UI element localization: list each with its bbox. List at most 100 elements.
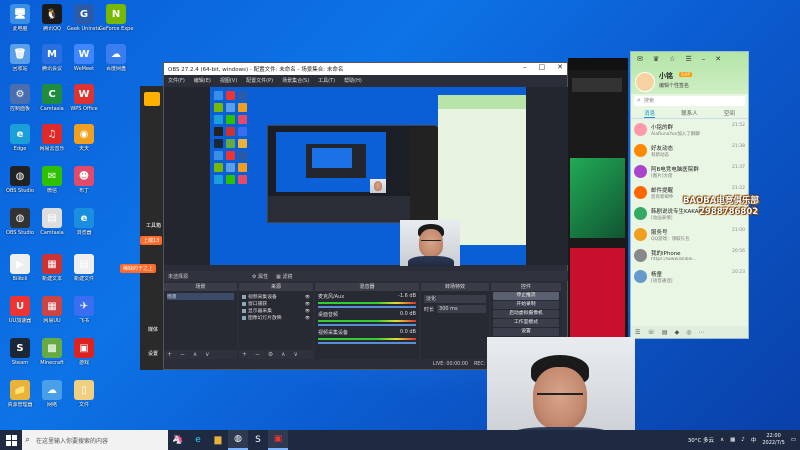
close-icon[interactable]: ✕ [557,63,563,71]
list-item[interactable]: 服务号 QQ游戏：领取礼包 21:00 [631,224,748,245]
avatar[interactable] [635,72,655,92]
visibility-eye-icon[interactable]: 👁 [305,308,310,313]
qq-menu-icon[interactable]: ☰ [685,55,691,63]
list-item[interactable]: 杨童 [语音通话] 20:23 [631,266,748,287]
desktop-icon[interactable]: e Edge [4,124,36,162]
desktop-icon[interactable]: N GeForce Experience [99,4,133,42]
desktop-icon[interactable]: M 腾讯会议 [36,44,68,82]
desktop-icon[interactable]: ✉ 微信 [36,166,68,204]
desktop-icon[interactable]: e 浏览器 [68,208,100,246]
desktop-icon[interactable]: U UU加速器 [4,296,36,334]
control-button[interactable]: 启动虚拟摄像机 [493,310,559,318]
qq-search-input[interactable]: 搜索 [634,95,745,106]
menu-profile[interactable]: 配置文件(P) [246,77,273,84]
taskbar-clock[interactable]: 22:00 2022/7/5 [762,433,784,447]
tray-volume-icon[interactable]: ♪ [741,437,745,443]
menu-scene-collection[interactable]: 场景集合(S) [282,77,309,84]
control-button[interactable]: 停止推流 [493,292,559,300]
qq-folder-icon[interactable]: ▤ [662,329,668,336]
source-item[interactable]: 视频采集设备 👁 [242,293,310,300]
control-button[interactable]: 设置 [493,328,559,336]
desktop-icon[interactable]: G Geek Uninstall [67,4,101,42]
menu-help[interactable]: 帮助(H) [344,77,362,84]
desktop-icon[interactable]: ▯ 文件 [68,380,100,418]
desktop-icon[interactable]: ▤ Camtasia [36,208,68,246]
qq-main-window[interactable]: ✉ ♛ ☆ ☰ – ✕ 小铭 SVIP 编辑个性签名 搜索 消息 联系人 空间 … [630,51,749,339]
maximize-icon[interactable]: □ [539,63,546,71]
visibility-eye-icon[interactable]: 👁 [305,294,310,299]
desktop-icon[interactable]: ☁ 网络 [36,380,68,418]
taskbar-steam-icon[interactable]: S [248,430,268,450]
transition-type-select[interactable]: 淡化 [424,295,486,303]
list-item[interactable]: 好友动态 有新动态 21:38 [631,140,748,161]
taskbar-edge-icon[interactable]: e [188,430,208,450]
tab-messages[interactable]: 消息 [644,109,656,118]
qq-close-icon[interactable]: ✕ [715,55,721,63]
taskbar-search-input[interactable]: ⌕ 在这里输入你要搜索的内容 [22,430,168,450]
desktop-icon[interactable]: ◍ OBS Studio [4,208,36,246]
menu-file[interactable]: 文件(F) [168,77,185,84]
desktop-icon[interactable]: ▶ Bilibili [4,254,36,292]
list-item[interactable]: 小铭的群 AiaRunaYun加入了群聊 21:52 [631,119,748,140]
taskbar-explorer-icon[interactable]: ▆ [208,430,228,450]
start-button[interactable] [0,430,22,450]
filters-button[interactable]: ▦ 滤镜 [276,273,292,280]
properties-button[interactable]: ⚙ 属性 [252,273,268,280]
visibility-eye-icon[interactable]: 👁 [305,315,310,320]
qq-app-icon[interactable]: ◆ [675,329,680,336]
qq-minimize-icon[interactable]: – [702,55,706,63]
desktop-icon[interactable]: 🗑 回收站 [4,44,36,82]
desktop-icon[interactable]: ▦ 新建文本 [36,254,68,292]
control-button[interactable]: 工作室模式 [493,319,559,327]
desktop-icon[interactable]: W WPS Office [68,84,100,122]
weather-widget[interactable]: 30°C 多云 [688,436,714,444]
qq-game-icon[interactable]: ◎ [686,329,691,336]
list-item[interactable]: 我的iPhone https://www.bilibili... 20:56 [631,245,748,266]
desktop-icon[interactable]: ☻ 布丁 [68,166,100,204]
tray-network-icon[interactable]: ▦ [730,437,735,443]
taskbar-obs-icon[interactable]: ◍ [228,430,248,450]
duration-input[interactable]: 300 ms [437,305,486,313]
visibility-eye-icon[interactable]: 👁 [305,301,310,306]
volume-slider[interactable] [318,342,416,344]
minimize-icon[interactable]: – [523,63,527,71]
desktop-icon[interactable]: ◉ 天天 [68,124,100,162]
browser-window[interactable] [568,58,628,358]
tab-contacts[interactable]: 联系人 [681,109,698,117]
qq-mail-icon[interactable]: ✉ [637,55,643,63]
menu-tools[interactable]: 工具(T) [318,77,335,84]
qq-more-icon[interactable]: ⋯ [698,329,704,336]
obs-preview-canvas[interactable] [210,87,526,265]
control-button[interactable]: 开始录制 [493,301,559,309]
taskbar-task-view-icon[interactable]: 🦄 [168,430,188,450]
sources-dock-controls[interactable]: + − ⚙ ∧ ∨ [239,350,313,359]
notification-icon[interactable]: ▭ [791,437,796,443]
desktop-icon[interactable]: ⚙ 控制面板 [4,84,36,122]
scenes-dock-controls[interactable]: + − ∧ ∨ [164,350,237,359]
obs-titlebar[interactable]: OBS 27.2.4 (64-bit, windows) - 配置文件: 未命名… [164,63,567,75]
source-item[interactable]: 图像幻灯片放映 👁 [242,314,310,321]
desktop-icon[interactable]: S Steam [4,338,36,376]
desktop-icon[interactable]: ▣ 游戏 [68,338,100,376]
ime-indicator[interactable]: 中 [751,436,757,444]
desktop-icon[interactable]: ✈ 飞书 [68,296,100,334]
obs-window[interactable]: OBS 27.2.4 (64-bit, windows) - 配置文件: 未命名… [163,62,569,370]
desktop-icon[interactable]: 🐧 腾讯QQ [36,4,68,42]
desktop-icon[interactable]: ♫ 网易云音乐 [36,124,68,162]
background-app-tag[interactable]: 上端13 [140,236,163,245]
desktop-icon[interactable]: W WeMeet [68,44,100,82]
list-item[interactable]: 阿B电竞电脑医院群 [图片]大佬 21:37 [631,161,748,182]
tab-zone[interactable]: 空间 [724,109,735,117]
background-app-tag-2[interactable]: 稀缺的于之上 [120,264,157,273]
source-item[interactable]: 显示器采集 👁 [242,307,310,314]
qq-signature[interactable]: 编辑个性签名 [659,82,689,89]
menu-edit[interactable]: 编辑(E) [194,77,211,84]
desktop-icon[interactable]: ▦ 网易UU [36,296,68,334]
qq-star-icon[interactable]: ☆ [669,55,675,63]
volume-slider[interactable] [318,324,416,326]
scene-item[interactable]: 场景 [167,293,234,300]
desktop-icon[interactable]: 📁 资源管理器 [4,380,36,418]
qq-phone-icon[interactable]: ☏ [647,329,655,336]
desktop-icon[interactable]: ☁ 百度网盘 [100,44,132,82]
source-item[interactable]: 窗口捕获 👁 [242,300,310,307]
